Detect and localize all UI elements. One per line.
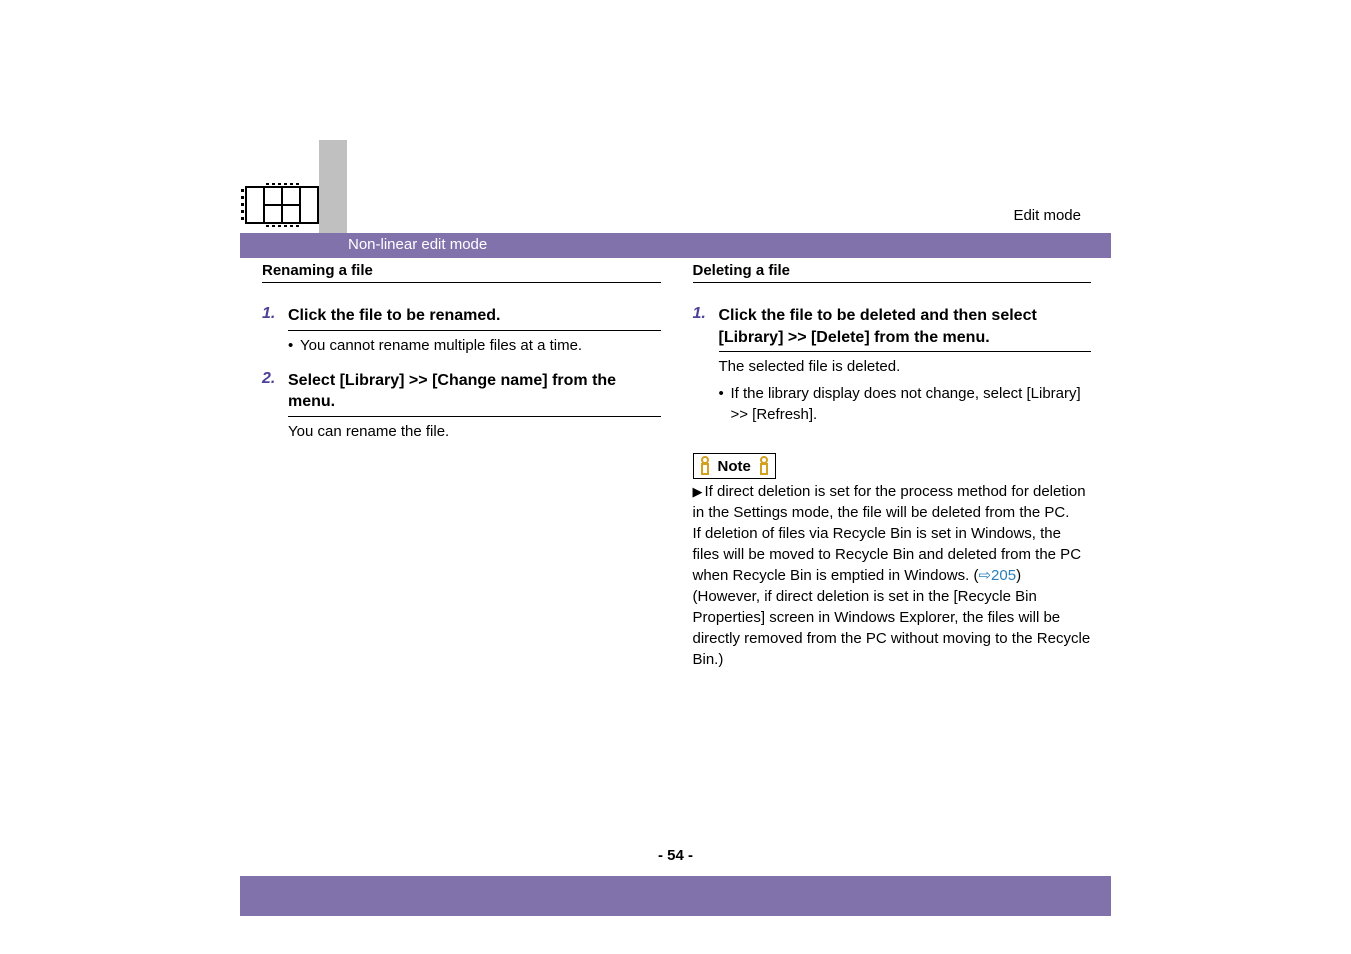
note-text: If direct deletion is set for the proces…: [693, 483, 1086, 521]
left-step-1: 1. Click the file to be renamed. • You c…: [262, 305, 661, 360]
step-heading: Click the file to be renamed.: [288, 305, 661, 331]
note-box: Note: [693, 453, 776, 479]
note-icon: [698, 456, 712, 476]
page: Edit mode Non-linear edit mode Renaming …: [0, 0, 1351, 954]
note-para-2: If deletion of files via Recycle Bin is …: [693, 523, 1092, 670]
note-icon: [757, 456, 771, 476]
header-gray-block: [319, 140, 347, 235]
step-bullet: • If the library display does not change…: [719, 383, 1092, 425]
step-after-text: The selected file is deleted.: [719, 356, 1092, 377]
step-after-text: You can rename the file.: [288, 421, 661, 442]
left-section-title: Renaming a file: [262, 262, 661, 283]
right-column: Deleting a file 1. Click the file to be …: [693, 262, 1092, 670]
film-icon: [238, 175, 320, 235]
note-text: If deletion of files via Recycle Bin is …: [693, 525, 1082, 584]
step-number: 1.: [262, 305, 280, 360]
step-number: 1.: [693, 305, 711, 429]
footer-bar: [240, 876, 1111, 916]
step-number: 2.: [262, 370, 280, 448]
right-step-1: 1. Click the file to be deleted and then…: [693, 305, 1092, 429]
section-bar-title: Non-linear edit mode: [348, 236, 487, 253]
section-bar: Non-linear edit mode: [240, 233, 1111, 258]
page-number: - 54 -: [0, 847, 1351, 864]
note-body: ▶If direct deletion is set for the proce…: [693, 481, 1092, 670]
note-label: Note: [718, 458, 751, 475]
bullet-text: If the library display does not change, …: [731, 383, 1092, 425]
note-para-1: ▶If direct deletion is set for the proce…: [693, 481, 1092, 523]
link-arrow-icon: ⇨: [978, 567, 991, 584]
left-step-2: 2. Select [Library] >> [Change name] fro…: [262, 370, 661, 448]
step-heading: Click the file to be deleted and then se…: [719, 305, 1092, 352]
step-bullet: • You cannot rename multiple files at a …: [288, 335, 661, 356]
step-heading: Select [Library] >> [Change name] from t…: [288, 370, 661, 417]
left-column: Renaming a file 1. Click the file to be …: [262, 262, 661, 670]
bullet-text: You cannot rename multiple files at a ti…: [300, 335, 582, 356]
right-section-title: Deleting a file: [693, 262, 1092, 283]
mode-label: Edit mode: [1013, 207, 1081, 224]
header: Edit mode Non-linear edit mode: [0, 0, 1351, 258]
content-columns: Renaming a file 1. Click the file to be …: [262, 262, 1091, 670]
page-link[interactable]: 205: [991, 567, 1016, 584]
